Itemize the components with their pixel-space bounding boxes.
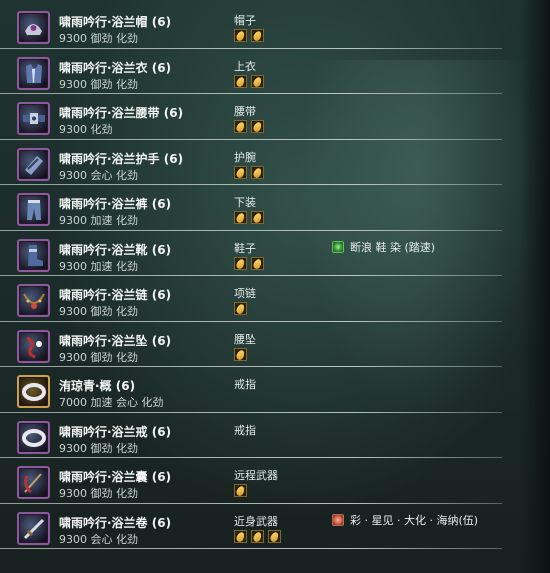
equipment-row[interactable]: 啸雨吟行·浴兰衣 (6) 9300 御劲 化劲 上衣 [0, 49, 502, 95]
equipment-row[interactable]: 啸雨吟行·浴兰靴 (6) 9300 加速 化劲 鞋子 断浪 鞋 染 (踏速) [0, 231, 502, 277]
item-slot: 护腕 [234, 150, 256, 164]
gem-icon[interactable] [251, 211, 264, 224]
enhancement[interactable]: 断浪 鞋 染 (踏速) [332, 239, 435, 255]
item-stats: 9300 会心 化劲 [59, 168, 138, 182]
melee-weapon-icon[interactable] [17, 511, 50, 545]
enhancement-label: 断浪 鞋 染 (踏速) [350, 240, 436, 254]
gem-icon[interactable] [251, 29, 264, 42]
gem-icon[interactable] [251, 120, 264, 133]
item-slot: 远程武器 [234, 469, 278, 482]
item-slot: 近身武器 [234, 514, 278, 528]
item-slot: 戒指 [234, 423, 256, 437]
item-slot: 鞋子 [234, 241, 256, 255]
equipment-row[interactable]: 啸雨吟行·浴兰链 (6) 9300 御劲 化劲 项链 [0, 276, 502, 322]
gem-icon[interactable] [251, 74, 264, 88]
item-stats: 9300 加速 化劲 [59, 214, 138, 227]
ring-icon[interactable] [17, 375, 50, 408]
equipment-row[interactable]: 啸雨吟行·浴兰卷 (6) 9300 会心 化劲 近身武器 彩 · 星见 · 大化 · … [0, 504, 502, 550]
gem-icon[interactable] [234, 29, 247, 42]
item-slot: 项链 [234, 287, 256, 300]
gem-icon[interactable] [268, 529, 281, 543]
pants-icon[interactable] [17, 193, 50, 226]
scroll-edge-shadow [520, 0, 550, 573]
item-name[interactable]: 啸雨吟行·浴兰坠 (6) [59, 332, 171, 349]
item-name[interactable]: 啸雨吟行·浴兰卷 (6) [59, 514, 171, 531]
gem-slots [234, 347, 251, 363]
gem-icon[interactable] [234, 74, 247, 88]
pendant-icon[interactable] [17, 329, 50, 363]
item-slot: 腰带 [234, 105, 256, 118]
equipment-row[interactable]: 啸雨吟行·浴兰囊 (6) 9300 御劲 化劲 远程武器 [0, 458, 502, 504]
item-slot: 腰坠 [234, 332, 256, 346]
item-stats: 9300 御劲 化劲 [59, 350, 138, 364]
item-stats: 9300 加速 化劲 [59, 259, 138, 273]
enhancement-label: 彩 · 星见 · 大化 · 海纳(伍) [350, 513, 479, 527]
item-stats: 9300 会心 化劲 [59, 532, 138, 546]
item-name[interactable]: 啸雨吟行·浴兰护手 (6) [59, 150, 183, 167]
item-slot: 戒指 [234, 378, 256, 391]
item-name[interactable]: 洧琼青·概 (6) [59, 377, 135, 394]
item-stats: 9300 化劲 [59, 123, 113, 136]
ranged-weapon-icon[interactable] [17, 466, 50, 499]
gem-slots [234, 74, 268, 90]
gem-slots [234, 256, 268, 272]
belt-icon[interactable] [17, 102, 50, 135]
item-name[interactable]: 啸雨吟行·浴兰帽 (6) [59, 13, 171, 30]
item-stats: 9300 御劲 化劲 [59, 441, 138, 455]
item-name[interactable]: 啸雨吟行·浴兰衣 (6) [59, 59, 171, 76]
equipment-row[interactable]: 啸雨吟行·浴兰坠 (6) 9300 御劲 化劲 腰坠 [0, 322, 502, 368]
gem-icon[interactable] [234, 529, 247, 543]
equipment-row[interactable]: 啸雨吟行·浴兰帽 (6) 9300 御劲 化劲 帽子 [0, 3, 502, 49]
chest-armor-icon[interactable] [17, 56, 50, 90]
item-stats: 9300 御劲 化劲 [59, 305, 138, 318]
equipment-row[interactable]: 啸雨吟行·浴兰戒 (6) 9300 御劲 化劲 戒指 [0, 413, 502, 459]
item-slot: 帽子 [234, 14, 256, 27]
gem-icon[interactable] [251, 165, 264, 179]
item-stats: 7000 加速 会心 化劲 [59, 396, 164, 409]
item-stats: 9300 御劲 化劲 [59, 32, 138, 45]
item-name[interactable]: 啸雨吟行·浴兰链 (6) [59, 286, 171, 303]
item-stats: 9300 御劲 化劲 [59, 487, 138, 500]
gem-slots [234, 484, 251, 499]
item-name[interactable]: 啸雨吟行·浴兰裤 (6) [59, 195, 171, 212]
item-name[interactable]: 啸雨吟行·浴兰靴 (6) [59, 241, 171, 258]
ring-icon[interactable] [17, 420, 50, 454]
equipment-row[interactable]: 啸雨吟行·浴兰护手 (6) 9300 会心 化劲 护腕 [0, 140, 502, 186]
gem-slots [234, 211, 268, 226]
gem-slots [234, 120, 268, 135]
gem-icon[interactable] [234, 211, 247, 224]
bracer-icon[interactable] [17, 147, 50, 181]
gem-icon[interactable] [234, 347, 247, 361]
boots-icon[interactable] [17, 238, 50, 272]
equipment-row[interactable]: 洧琼青·概 (6) 7000 加速 会心 化劲 戒指 [0, 367, 502, 413]
item-name[interactable]: 啸雨吟行·浴兰腰带 (6) [59, 104, 183, 121]
gem-slots [234, 302, 251, 317]
gem-icon[interactable] [234, 302, 247, 315]
gem-icon[interactable] [234, 256, 247, 270]
gem-icon[interactable] [234, 120, 247, 133]
gem-icon[interactable] [251, 256, 264, 270]
gem-icon[interactable] [234, 165, 247, 179]
item-name[interactable]: 啸雨吟行·浴兰戒 (6) [59, 423, 171, 440]
gem-slots [234, 529, 285, 545]
gem-slots [234, 29, 268, 44]
item-stats: 9300 御劲 化劲 [59, 77, 138, 91]
gem-slots [234, 165, 268, 181]
item-slot: 下装 [234, 196, 256, 209]
gem-icon[interactable] [251, 529, 264, 543]
item-slot: 上衣 [234, 59, 256, 73]
equipment-row[interactable]: 啸雨吟行·浴兰裤 (6) 9300 加速 化劲 下装 [0, 185, 502, 231]
item-name[interactable]: 啸雨吟行·浴兰囊 (6) [59, 468, 171, 485]
helmet-icon[interactable] [17, 11, 50, 44]
enhancement[interactable]: 彩 · 星见 · 大化 · 海纳(伍) [332, 512, 478, 528]
gem-icon[interactable] [234, 484, 247, 497]
necklace-icon[interactable] [17, 284, 50, 317]
equipment-row[interactable]: 啸雨吟行·浴兰腰带 (6) 9300 化劲 腰带 [0, 94, 502, 140]
enhancement-icon [332, 513, 344, 526]
enhancement-icon [332, 240, 344, 253]
